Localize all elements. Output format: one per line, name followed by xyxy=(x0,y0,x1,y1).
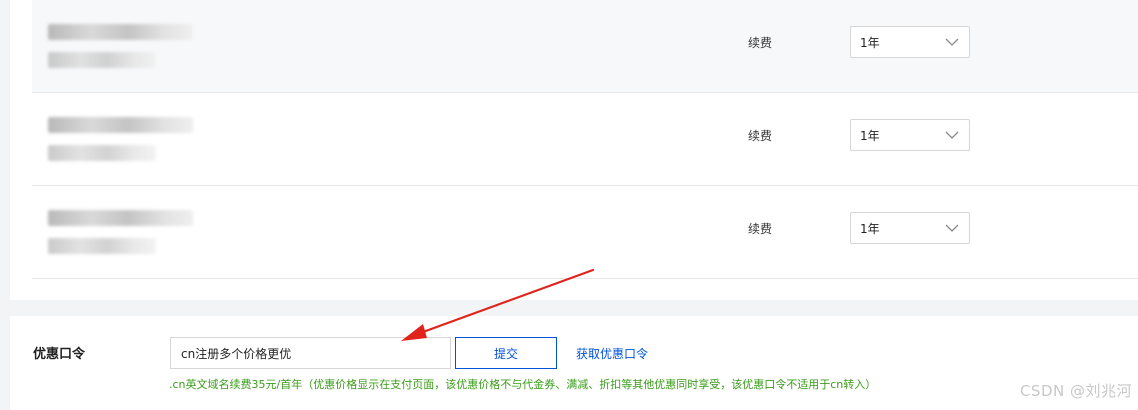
renew-label: 续费 xyxy=(748,129,773,143)
page: 续费 1年 续费 1年 续费 1年 优惠口令 cn注册多个价格更优 提交 获取优… xyxy=(0,0,1138,410)
get-promo-code-link[interactable]: 获取优惠口令 xyxy=(576,345,648,362)
promo-code-input[interactable] xyxy=(170,337,451,369)
renew-period-select[interactable]: 1年 xyxy=(850,119,970,151)
redacted-domain-detail xyxy=(48,238,156,254)
redacted-domain-name xyxy=(48,24,193,40)
chevron-down-icon xyxy=(945,131,959,139)
redacted-domain-detail xyxy=(48,52,156,68)
domain-list: 续费 1年 续费 1年 续费 1年 xyxy=(10,0,1138,300)
section-divider xyxy=(0,300,1138,316)
renew-period-select[interactable]: 1年 xyxy=(850,212,970,244)
domain-row: 续费 1年 xyxy=(32,0,1138,93)
left-edge xyxy=(0,0,10,300)
renew-period-value: 1年 xyxy=(860,35,880,50)
renew-period-select[interactable]: 1年 xyxy=(850,26,970,58)
redacted-domain-detail xyxy=(48,145,156,161)
promo-code-label: 优惠口令 xyxy=(33,347,86,362)
redacted-domain-name xyxy=(48,210,193,226)
watermark: CSDN @刘兆河 xyxy=(1019,382,1132,400)
chevron-down-icon xyxy=(945,224,959,232)
promo-hint-text: .cn英文域名续费35元/首年（优惠价格显示在支付页面，该优惠价格不与代金券、满… xyxy=(169,378,877,391)
domain-row: 续费 1年 xyxy=(32,93,1138,186)
domain-row: 续费 1年 xyxy=(32,186,1138,279)
promo-code-section: 优惠口令 提交 获取优惠口令 .cn英文域名续费35元/首年（优惠价格显示在支付… xyxy=(10,316,1138,410)
renew-label: 续费 xyxy=(748,222,773,236)
chevron-down-icon xyxy=(945,38,959,46)
submit-button[interactable]: 提交 xyxy=(455,337,557,369)
redacted-domain-name xyxy=(48,117,193,133)
renew-period-value: 1年 xyxy=(860,128,880,143)
renew-label: 续费 xyxy=(748,36,773,50)
renew-period-value: 1年 xyxy=(860,221,880,236)
